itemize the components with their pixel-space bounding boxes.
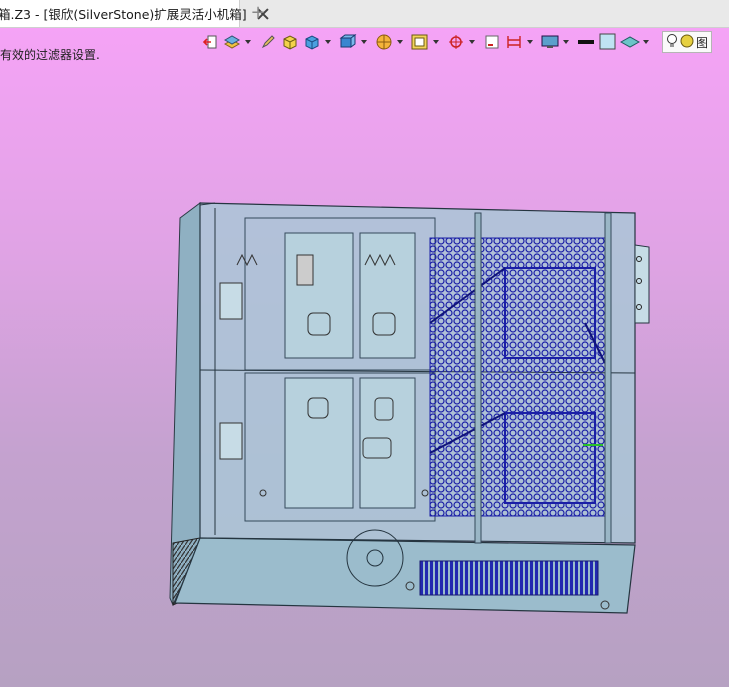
document-tab[interactable]: 箱.Z3 - [银欣(SilverStone)扩展灵活小机箱] [0, 0, 247, 27]
line-style-icon[interactable] [576, 32, 596, 52]
layers-dropdown[interactable] [244, 32, 252, 52]
tab-title: 箱.Z3 - [银欣(SilverStone)扩展灵活小机箱] [0, 7, 247, 22]
dimension-icon[interactable] [504, 32, 524, 52]
lightbulb-icon [666, 33, 678, 52]
color-swatch-icon[interactable] [598, 32, 618, 52]
frame-icon[interactable] [410, 32, 430, 52]
status-message: 有效的过滤器设置. [0, 48, 100, 62]
render-mode-icon[interactable] [374, 32, 394, 52]
display-dropdown[interactable] [562, 32, 570, 52]
view-dropdown[interactable] [360, 32, 368, 52]
layers-icon[interactable] [222, 32, 242, 52]
frame-dropdown[interactable] [432, 32, 440, 52]
pc-case-model[interactable] [165, 173, 655, 623]
cube-blue-icon[interactable] [302, 32, 322, 52]
dimension-dropdown[interactable] [526, 32, 534, 52]
cube-dropdown[interactable] [324, 32, 332, 52]
crosshair-dropdown[interactable] [468, 32, 476, 52]
plane-dropdown[interactable] [642, 32, 650, 52]
sheet-icon[interactable] [482, 32, 502, 52]
3d-viewport[interactable]: 有效的过滤器设置. 图 [0, 28, 729, 687]
view-toolbar: 图 [200, 30, 713, 54]
light-selector[interactable]: 图 [662, 31, 713, 53]
tab-bar: 箱.Z3 - [银欣(SilverStone)扩展灵活小机箱] + [0, 0, 729, 28]
exit-icon[interactable] [200, 32, 220, 52]
cube-view-icon[interactable] [338, 32, 358, 52]
display-icon[interactable] [540, 32, 560, 52]
cube-yellow-icon[interactable] [280, 32, 300, 52]
pencil-icon[interactable] [258, 32, 278, 52]
new-tab-icon[interactable]: + [250, 4, 266, 22]
light-sphere-icon [680, 34, 694, 51]
crosshair-icon[interactable] [446, 32, 466, 52]
render-dropdown[interactable] [396, 32, 404, 52]
light-label: 图 [696, 35, 709, 50]
plane-icon[interactable] [620, 32, 640, 52]
